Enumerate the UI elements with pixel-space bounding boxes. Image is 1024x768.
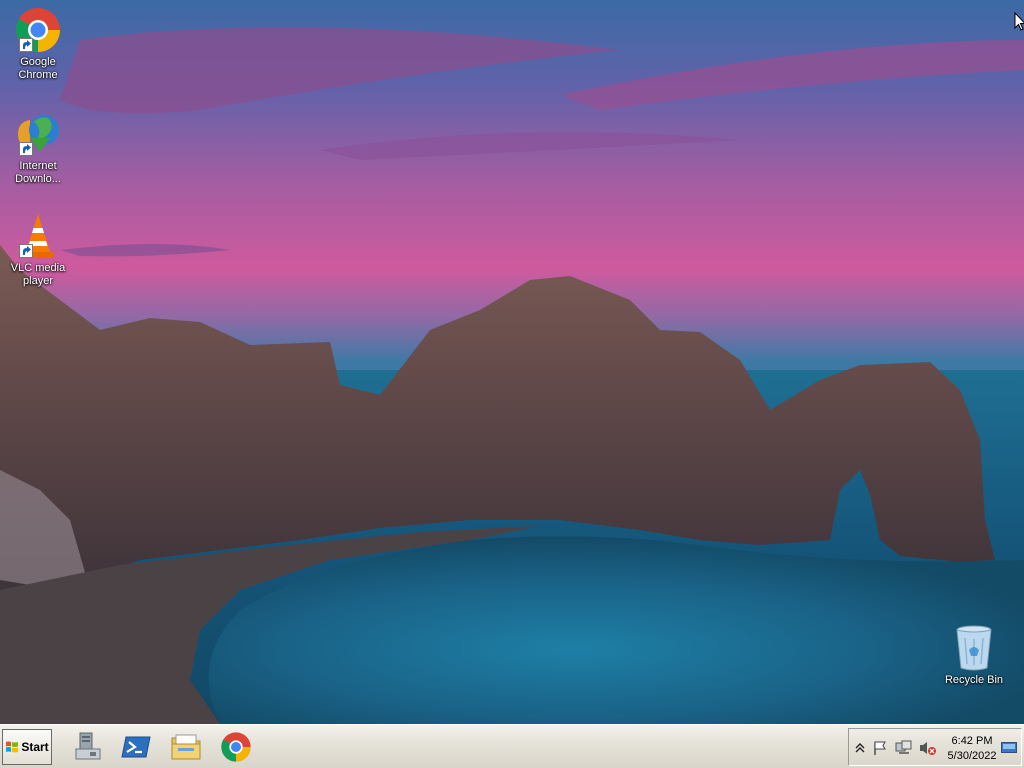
chrome-icon — [14, 6, 62, 54]
start-label: Start — [21, 740, 49, 754]
mouse-cursor-icon — [1014, 12, 1024, 31]
file-explorer-icon — [171, 734, 201, 760]
chrome-icon — [221, 732, 251, 762]
taskbar-powershell[interactable] — [116, 729, 156, 765]
vlc-cone-icon — [14, 212, 62, 260]
shortcut-arrow-icon — [19, 38, 33, 52]
shortcut-arrow-icon — [19, 142, 33, 156]
desktop-icon-vlc-media-player[interactable]: VLC media player — [2, 212, 74, 288]
windows-logo-icon — [6, 741, 19, 753]
system-clock[interactable]: 6:42 PM 5/30/2022 — [943, 734, 1001, 764]
taskbar-google-chrome[interactable] — [216, 729, 256, 765]
start-button[interactable]: Start — [2, 729, 52, 765]
clock-time: 6:42 PM — [951, 735, 993, 747]
clock-date: 5/30/2022 — [947, 750, 997, 762]
powershell-icon — [121, 736, 151, 758]
internet-download-manager-icon — [14, 110, 62, 158]
notification-area: 6:42 PM 5/30/2022 — [848, 728, 1022, 766]
recycle-bin-icon — [950, 624, 998, 672]
server-manager-icon — [75, 732, 101, 760]
desktop-icon-label: Recycle Bin — [944, 674, 1004, 686]
taskbar-file-explorer[interactable] — [166, 729, 206, 765]
action-center-flag-icon[interactable] — [871, 739, 889, 757]
desktop-icon-label: Internet Downlo... — [15, 160, 61, 185]
network-icon[interactable] — [895, 739, 913, 757]
wallpaper — [0, 0, 1024, 724]
desktop[interactable]: Google Chrome Internet Downlo... VLC med… — [0, 0, 1024, 724]
taskbar: Start 6:42 PM 5/30/2022 — [0, 724, 1024, 768]
show-desktop-icon[interactable] — [1001, 739, 1017, 757]
desktop-icon-google-chrome[interactable]: Google Chrome — [2, 6, 74, 82]
shortcut-arrow-icon — [19, 244, 33, 258]
taskbar-server-manager[interactable] — [68, 729, 108, 765]
desktop-icon-internet-download-manager[interactable]: Internet Downlo... — [2, 110, 74, 186]
show-hidden-icons-chevron[interactable] — [851, 739, 869, 757]
desktop-icon-label: VLC media player — [10, 262, 66, 287]
desktop-icon-recycle-bin[interactable]: Recycle Bin — [938, 624, 1010, 687]
volume-muted-icon[interactable] — [919, 739, 937, 757]
desktop-icon-label: Google Chrome — [18, 56, 58, 81]
